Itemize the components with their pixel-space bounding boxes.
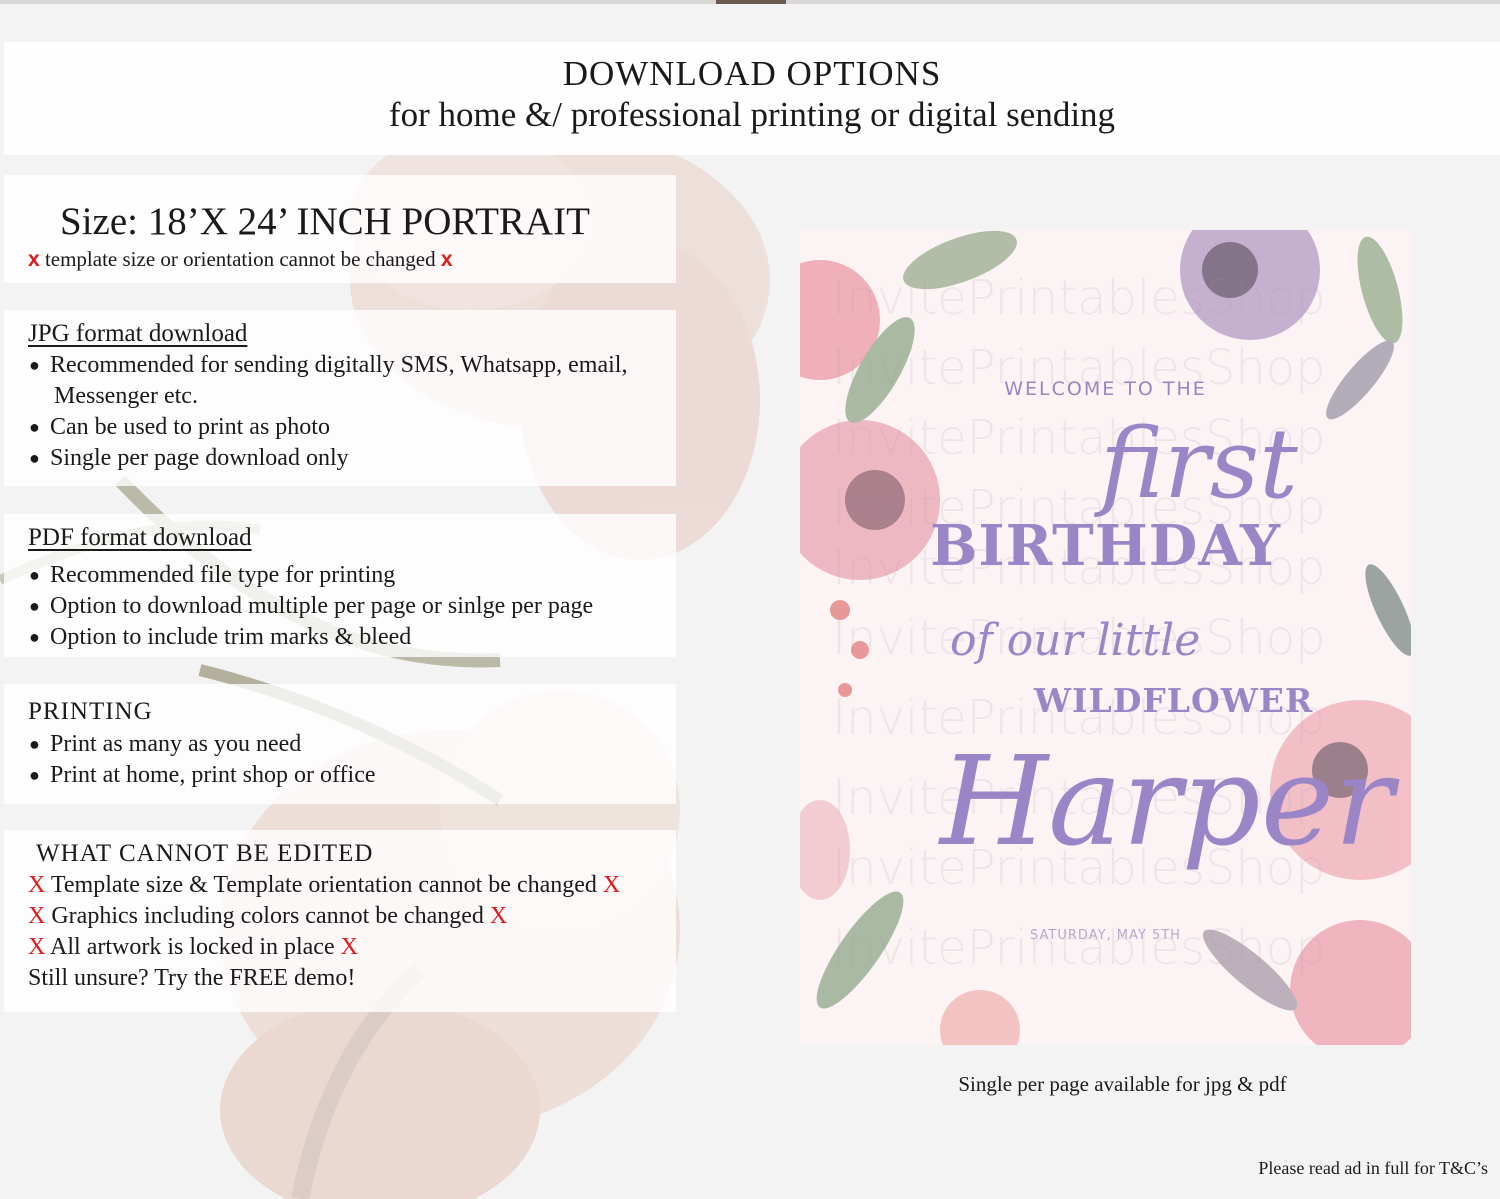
red-x-mark: x xyxy=(28,248,40,271)
page-title: DOWNLOAD OPTIONS xyxy=(562,54,942,93)
list-item: X Graphics including colors cannot be ch… xyxy=(28,903,508,929)
poster-welcome-text: WELCOME TO THE xyxy=(1004,378,1207,400)
list-item: ● Option to include trim marks & bleed xyxy=(28,622,593,653)
red-x-mark: X xyxy=(602,872,621,898)
not-editable-panel: WHAT CANNOT BE EDITED X Template size & … xyxy=(4,830,676,1012)
size-panel: Size: 18’X 24’ INCH PORTRAIT x template … xyxy=(4,175,676,283)
red-x-mark: X xyxy=(28,903,46,929)
pdf-bullet-list: ● Recommended file type for printing ● Opt… xyxy=(28,560,593,653)
not-editable-title: WHAT CANNOT BE EDITED xyxy=(36,840,374,867)
red-x-mark: X xyxy=(28,872,46,898)
poster-name-script: Harper xyxy=(940,730,1394,874)
printing-panel: PRINTING ● Print as many as you need ● Pri… xyxy=(4,684,676,804)
jpg-title: JPG format download xyxy=(28,320,248,347)
bullet-icon: ● xyxy=(29,417,40,437)
bullet-icon: ● xyxy=(29,627,40,647)
jpg-bullet-list: ● Recommended for sending digitally SMS, … xyxy=(28,350,627,474)
red-x-mark: x xyxy=(440,248,453,271)
header-band: DOWNLOAD OPTIONS for home &/ professiona… xyxy=(4,42,1500,155)
poster-of-our-little-script: of our little xyxy=(950,615,1201,666)
size-note-text: template size or orientation cannot be c… xyxy=(44,247,436,271)
list-item: ● Single per page download only xyxy=(28,443,627,474)
size-note: x template size or orientation cannot be… xyxy=(28,247,453,272)
demo-note: Still unsure? Try the FREE demo! xyxy=(28,965,356,991)
poster-wildflower-text: WILDFLOWER xyxy=(1034,681,1314,720)
list-item: ● Recommended for sending digitally SMS, … xyxy=(28,350,627,381)
poster-caption: Single per page available for jpg & pdf xyxy=(958,1072,1287,1096)
size-title: Size: 18’X 24’ INCH PORTRAIT xyxy=(60,200,590,243)
background-flower-illustration xyxy=(0,150,770,1199)
watermark-text: InvitePrintablesShop xyxy=(832,270,1326,326)
poster-preview: InvitePrintablesShop InvitePrintablesSho… xyxy=(800,230,1411,1045)
top-strip-mark xyxy=(716,0,786,4)
list-item: ● Recommended file type for printing xyxy=(28,560,593,591)
bullet-icon: ● xyxy=(29,765,40,785)
jpg-panel: JPG format download ● Recommended for sen… xyxy=(4,310,676,486)
page-subtitle: for home &/ professional printing or dig… xyxy=(388,95,1116,134)
list-item: ● Print as many as you need xyxy=(28,729,376,760)
poster-date-text: SATURDAY, MAY 5TH xyxy=(1030,928,1181,943)
bullet-icon: ● xyxy=(29,565,40,585)
list-item: X Template size & Template orientation c… xyxy=(28,872,621,898)
not-editable-lines: X Template size & Template orientation c… xyxy=(28,870,620,994)
list-item: ● Can be used to print as photo xyxy=(28,412,627,443)
bullet-icon: ● xyxy=(29,355,40,375)
red-x-mark: X xyxy=(489,903,508,929)
list-item: ● Option to download multiple per page or… xyxy=(28,591,593,622)
red-x-mark: X xyxy=(28,934,46,960)
bullet-icon: ● xyxy=(29,734,40,754)
poster-birthday-text: BIRTHDAY xyxy=(930,513,1281,579)
pdf-panel: PDF format download ● Recommended file ty… xyxy=(4,514,676,657)
bullet-icon: ● xyxy=(29,448,40,468)
list-item: X All artwork is locked in place X xyxy=(28,934,358,960)
red-x-mark: X xyxy=(340,934,358,960)
terms-note: Please read ad in full for T&C’s xyxy=(1258,1158,1488,1178)
printing-bullet-list: ● Print as many as you need ● Print at hom… xyxy=(28,729,376,791)
pdf-title: PDF format download xyxy=(28,524,252,551)
printing-title: PRINTING xyxy=(28,698,153,725)
bullet-icon: ● xyxy=(29,596,40,616)
list-item-continuation: Messenger etc. xyxy=(54,383,198,409)
list-item: ● Print at home, print shop or office xyxy=(28,760,376,791)
poster-first-script: first xyxy=(1100,408,1298,520)
